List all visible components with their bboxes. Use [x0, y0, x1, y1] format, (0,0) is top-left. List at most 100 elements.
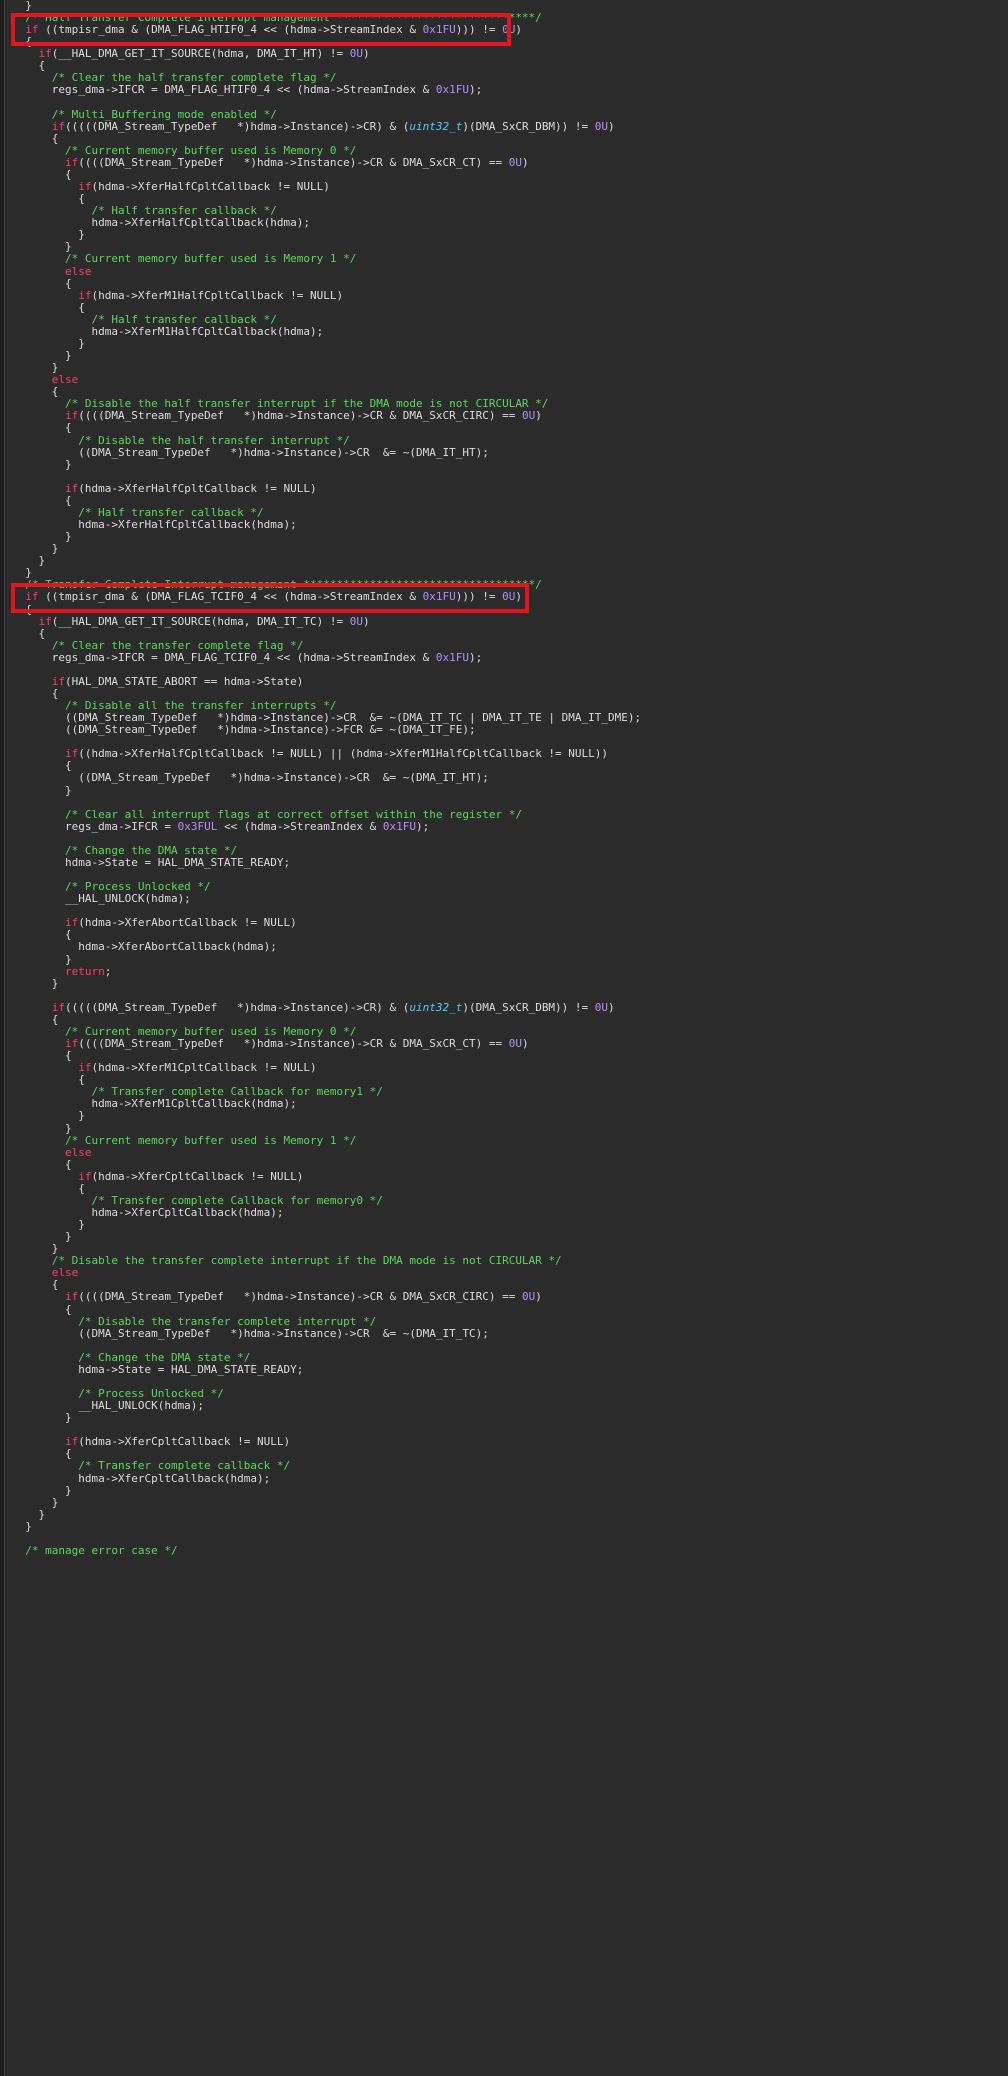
code-line[interactable]: if(((((DMA_Stream_TypeDef *)hdma->Instan…	[12, 119, 615, 135]
code-line[interactable]: }	[12, 976, 59, 992]
code-token: )	[535, 409, 542, 423]
code-token: }	[12, 1519, 32, 1533]
code-token: ((hdma->XferHalfCpltCallback != NULL) ||…	[78, 747, 609, 761]
code-line[interactable]: if ((tmpisr_dma & (DMA_FLAG_HTIF0_4 << (…	[12, 22, 522, 38]
code-line[interactable]: if ((tmpisr_dma & (DMA_FLAG_TCIF0_4 << (…	[12, 589, 522, 605]
code-line[interactable]: hdma->State = HAL_DMA_STATE_READY;	[12, 855, 290, 871]
code-token: 0U	[594, 1000, 609, 1014]
code-line[interactable]: regs_dma->IFCR = DMA_FLAG_HTIF0_4 << (hd…	[12, 82, 482, 98]
code-token: );	[416, 819, 430, 833]
code-token: (__HAL_DMA_GET_IT_SOURCE(hdma, DMA_IT_HT…	[51, 47, 350, 61]
code-token: regs_dma->IFCR =	[12, 819, 178, 833]
code-token: 0U	[502, 23, 516, 37]
code-token: 0x1FU	[435, 650, 469, 664]
code-line[interactable]: ((DMA_Stream_TypeDef *)hdma->Instance)->…	[12, 770, 489, 786]
code-token: regs_dma->IFCR = DMA_FLAG_HTIF0_4 << (hd…	[12, 83, 436, 97]
code-line[interactable]: }	[12, 457, 72, 473]
code-token: 0U	[594, 119, 609, 133]
code-token: 0U	[349, 614, 364, 628]
code-token: )	[515, 23, 522, 37]
code-token: __HAL_UNLOCK(hdma);	[12, 892, 191, 906]
code-token: 0x1FU	[422, 590, 456, 604]
code-line[interactable]: }	[12, 1410, 72, 1426]
code-token: (HAL_DMA_STATE_ABORT == hdma->State)	[64, 674, 304, 688]
code-token: (hdma->XferHalfCpltCallback != NULL)	[78, 481, 317, 495]
code-line[interactable]: /* Disable the transfer complete interru…	[12, 1253, 562, 1269]
code-line[interactable]: ((DMA_Stream_TypeDef *)hdma->Instance)->…	[12, 722, 476, 738]
code-token: 0x1FU	[382, 819, 417, 833]
code-line[interactable]: /* manage error case */	[12, 1543, 178, 1559]
code-token: (hdma->XferHalfCpltCallback != NULL)	[91, 180, 330, 194]
code-token: ((DMA_Stream_TypeDef *)hdma->Instance)->…	[12, 723, 476, 737]
code-token: )	[521, 1037, 529, 1051]
code-token: ((DMA_Stream_TypeDef *)hdma->Instance)->…	[12, 771, 489, 785]
code-token: )	[608, 1000, 615, 1014]
code-token: (hdma->XferM1HalfCpltCallback != NULL)	[91, 288, 344, 302]
code-editor[interactable]: } /* Half Transfer Complete Interrupt ma…	[0, 0, 1008, 2076]
code-token: ((tmpisr_dma & (DMA_FLAG_TCIF0_4 << (hdm…	[38, 590, 423, 604]
code-line[interactable]: if((((DMA_Stream_TypeDef *)hdma->Instanc…	[12, 1289, 542, 1305]
code-token: (__HAL_DMA_GET_IT_SOURCE(hdma, DMA_IT_TC…	[51, 614, 350, 628]
code-token: ;	[104, 964, 112, 978]
code-line[interactable]: regs_dma->IFCR = 0x3FUL << (hdma->Stream…	[12, 819, 429, 835]
code-token: ((tmpisr_dma & (DMA_FLAG_HTIF0_4 << (hdm…	[38, 23, 423, 37]
code-token: ((DMA_Stream_TypeDef *)hdma->Instance)->…	[12, 1326, 489, 1340]
code-line[interactable]: hdma->State = HAL_DMA_STATE_READY;	[12, 1362, 303, 1378]
code-line[interactable]: if(__HAL_DMA_GET_IT_SOURCE(hdma, DMA_IT_…	[12, 614, 370, 630]
code-line[interactable]: ((DMA_Stream_TypeDef *)hdma->Instance)->…	[12, 445, 489, 461]
code-token: }	[12, 783, 72, 797]
code-token: )(DMA_SxCR_DBM)) !=	[462, 1000, 595, 1014]
code-token: )	[515, 590, 522, 604]
code-token: )	[608, 119, 615, 133]
code-line[interactable]: if(__HAL_DMA_GET_IT_SOURCE(hdma, DMA_IT_…	[12, 46, 370, 62]
code-token: 0x1FU	[422, 23, 456, 37]
code-token: uint32_t	[409, 119, 463, 133]
editor-gutter	[0, 0, 5, 2076]
code-token: (hdma->XferAbortCallback != NULL)	[78, 916, 297, 930]
code-token: }	[12, 976, 59, 990]
code-token: );	[468, 83, 483, 97]
code-token: (((((DMA_Stream_TypeDef *)hdma->Instance…	[64, 1000, 410, 1014]
code-token: ((((DMA_Stream_TypeDef *)hdma->Instance)…	[78, 1037, 509, 1051]
code-token: )	[363, 614, 370, 628]
code-token: );	[468, 650, 483, 664]
code-token: 0U	[349, 47, 364, 61]
code-line[interactable]: if((((DMA_Stream_TypeDef *)hdma->Instanc…	[12, 408, 542, 424]
code-token: ))) !=	[455, 590, 503, 604]
code-token: 0x1FU	[435, 83, 469, 97]
code-token: }	[12, 457, 72, 471]
code-token: uint32_t	[409, 1000, 463, 1014]
code-token: hdma->State = HAL_DMA_STATE_READY;	[12, 855, 291, 869]
code-line[interactable]: if((((DMA_Stream_TypeDef *)hdma->Instanc…	[12, 155, 529, 171]
code-token: }	[12, 1411, 72, 1425]
code-line[interactable]: }	[12, 783, 72, 799]
code-token: hdma->State = HAL_DMA_STATE_READY;	[12, 1362, 304, 1376]
code-line[interactable]: __HAL_UNLOCK(hdma);	[12, 891, 191, 907]
code-token: 0U	[521, 1290, 536, 1304]
code-token: )(DMA_SxCR_DBM)) !=	[462, 119, 595, 133]
code-token: )	[535, 1290, 542, 1304]
code-token: 0U	[508, 1037, 522, 1051]
code-line[interactable]: }	[12, 1519, 32, 1535]
code-token: (hdma->XferCpltCallback != NULL)	[91, 1169, 304, 1183]
code-token: (hdma->XferCpltCallback != NULL)	[78, 1435, 291, 1449]
code-token: 0U	[502, 590, 516, 604]
code-line[interactable]: if(((((DMA_Stream_TypeDef *)hdma->Instan…	[12, 1000, 615, 1016]
code-token: ((((DMA_Stream_TypeDef *)hdma->Instance)…	[78, 1290, 522, 1304]
code-token: 0x3FUL	[177, 819, 218, 833]
code-token: ((DMA_Stream_TypeDef *)hdma->Instance)->…	[12, 445, 489, 459]
code-line[interactable]: if((((DMA_Stream_TypeDef *)hdma->Instanc…	[12, 1036, 529, 1052]
code-token: 0U	[508, 155, 522, 169]
code-token: /* manage error case */	[12, 1543, 178, 1557]
code-token: )	[363, 47, 370, 61]
code-token: regs_dma->IFCR = DMA_FLAG_TCIF0_4 << (hd…	[12, 650, 436, 664]
code-token: << (hdma->StreamIndex &	[217, 819, 383, 833]
code-token: 0U	[521, 409, 536, 423]
code-line[interactable]: regs_dma->IFCR = DMA_FLAG_TCIF0_4 << (hd…	[12, 650, 482, 666]
code-token: (hdma->XferM1CpltCallback != NULL)	[91, 1061, 317, 1075]
code-token: (((((DMA_Stream_TypeDef *)hdma->Instance…	[64, 119, 410, 133]
code-line[interactable]: ((DMA_Stream_TypeDef *)hdma->Instance)->…	[12, 1326, 489, 1342]
code-line[interactable]: if((hdma->XferHalfCpltCallback != NULL) …	[12, 746, 608, 762]
code-token: /* Disable the transfer complete interru…	[12, 1254, 562, 1268]
code-token: ((((DMA_Stream_TypeDef *)hdma->Instance)…	[78, 155, 509, 169]
